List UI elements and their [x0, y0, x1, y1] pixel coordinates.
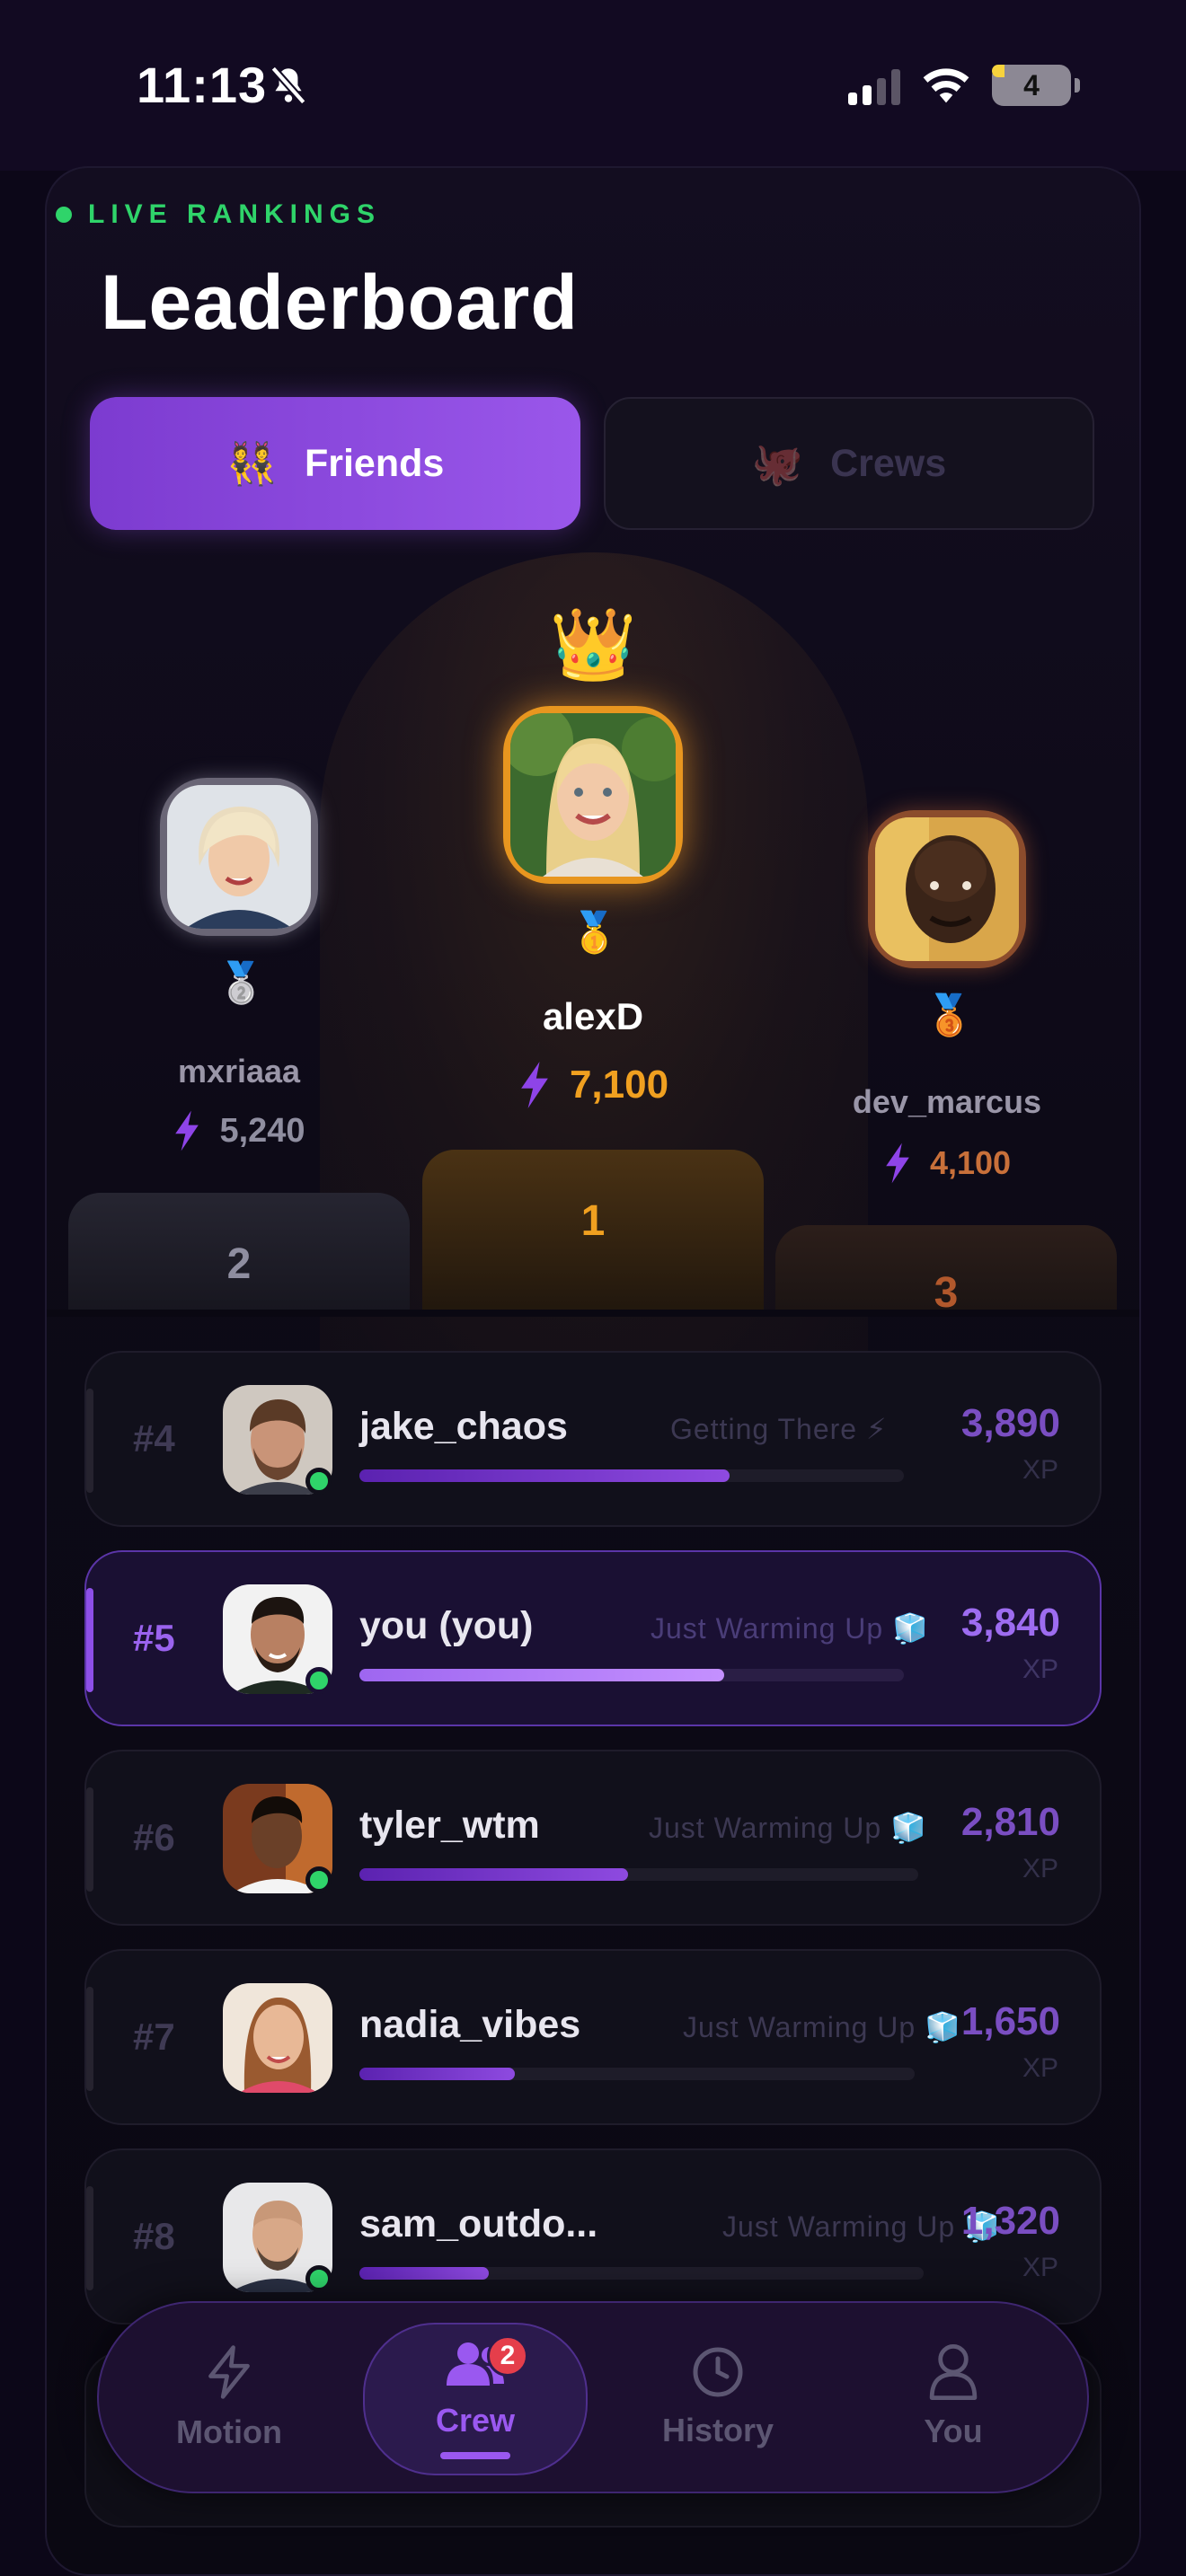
- tab-friends[interactable]: 👯 Friends: [90, 397, 580, 530]
- person-icon: [929, 2344, 978, 2400]
- bolt-icon: [886, 1142, 909, 1184]
- wifi-icon: [923, 68, 969, 103]
- row-xp: 3,890: [960, 1401, 1060, 1445]
- cellular-signal-icon: [848, 66, 900, 105]
- xp-progress-bar: [359, 2068, 915, 2080]
- row-rank: #6: [133, 1816, 175, 1858]
- avatar-photo: [167, 785, 311, 929]
- row-tier: Just Warming Up 🧊: [683, 2011, 961, 2043]
- first-place-name: alexD: [542, 995, 644, 1037]
- online-indicator: [305, 1667, 332, 1694]
- nav-history-label: History: [661, 2412, 774, 2448]
- podium-divider: [47, 1310, 1139, 1317]
- crown-icon: 👑: [549, 604, 637, 684]
- leaderboard-row[interactable]: #7 nadia_vibes Just Warming Up 🧊 1,650 X…: [84, 1949, 1102, 2125]
- row-xp-unit: XP: [1022, 1854, 1058, 1883]
- bolt-icon: [208, 2345, 250, 2399]
- live-rankings-label: LIVE RANKINGS: [88, 199, 382, 229]
- clock-icon: [693, 2347, 743, 2397]
- row-tier: Just Warming Up 🧊: [722, 2210, 1001, 2243]
- live-rankings-indicator: LIVE RANKINGS: [56, 199, 381, 230]
- page-title: Leaderboard: [101, 260, 579, 346]
- row-xp-unit: XP: [1022, 2053, 1058, 2083]
- row-tier: Just Warming Up 🧊: [649, 1812, 927, 1844]
- row-username: sam_outdo...: [359, 2202, 598, 2245]
- row-xp: 1,650: [960, 1999, 1060, 2043]
- podium-block-second: 2: [68, 1193, 410, 1311]
- bronze-medal-icon: 🥉: [925, 993, 974, 1037]
- row-rank: #5: [133, 1617, 175, 1659]
- nav-motion[interactable]: Motion: [117, 2303, 341, 2492]
- row-tier: Just Warming Up 🧊: [651, 1612, 929, 1645]
- crews-icon: 🐙: [751, 439, 804, 487]
- row-username: nadia_vibes: [359, 2003, 581, 2046]
- avatar-photo: [510, 713, 676, 877]
- row-xp-unit: XP: [1022, 1654, 1058, 1684]
- avatar-second-place[interactable]: [160, 778, 318, 936]
- xp-progress-bar: [359, 1868, 918, 1881]
- online-indicator: [305, 1468, 332, 1495]
- bell-muted-icon: [270, 66, 306, 105]
- xp-progress-bar: [359, 2267, 924, 2280]
- third-place-xp: 4,100: [821, 1142, 1073, 1184]
- online-indicator: [305, 1866, 332, 1893]
- bottom-nav: Motion Crew 2 History You: [97, 2301, 1089, 2493]
- podium-block-first: 1: [422, 1150, 764, 1311]
- row-xp: 2,810: [960, 1800, 1060, 1844]
- xp-progress-bar: [359, 1469, 904, 1482]
- nav-motion-label: Motion: [176, 2413, 282, 2450]
- nav-you[interactable]: You: [841, 2303, 1066, 2492]
- nav-history[interactable]: History: [606, 2303, 830, 2492]
- row-rank: #7: [133, 2016, 175, 2058]
- second-place-name: mxriaaa: [177, 1053, 301, 1090]
- nav-crew[interactable]: Crew 2: [363, 2323, 588, 2475]
- leaderboard-row[interactable]: #6 tyler_wtm Just Warming Up 🧊 2,810 XP: [84, 1750, 1102, 1926]
- podium-block-third: 3: [775, 1225, 1117, 1317]
- avatar: [223, 1983, 332, 2093]
- row-tier: Getting There ⚡: [670, 1413, 888, 1445]
- nav-you-label: You: [924, 2413, 983, 2449]
- row-xp-unit: XP: [1022, 1455, 1058, 1485]
- xp-progress-bar: [359, 1669, 904, 1681]
- third-place-name: dev_marcus: [852, 1083, 1042, 1120]
- avatar-photo: [875, 817, 1019, 961]
- row-xp-unit: XP: [1022, 2253, 1058, 2282]
- leaderboard-row[interactable]: #8 sam_outdo... Just Warming Up 🧊 1,320 …: [84, 2148, 1102, 2325]
- status-bar: 11:13 4: [0, 0, 1186, 171]
- row-username: tyler_wtm: [359, 1804, 540, 1847]
- row-username: jake_chaos: [359, 1405, 568, 1448]
- tab-crews-label: Crews: [830, 441, 947, 485]
- leaderboard-row-current-user[interactable]: #5 you (you) Just Warming Up 🧊 3,840 XP: [84, 1550, 1102, 1726]
- first-place-xp: 7,100: [467, 1062, 719, 1108]
- bolt-icon: [175, 1110, 199, 1151]
- bolt-icon: [521, 1062, 548, 1108]
- avatar-third-place[interactable]: [868, 810, 1026, 968]
- row-username: you (you): [359, 1604, 534, 1647]
- status-time: 11:13: [137, 57, 268, 113]
- second-place-xp: 5,240: [113, 1110, 365, 1151]
- row-rank: #4: [133, 1417, 175, 1460]
- battery-icon: 4: [992, 65, 1071, 106]
- row-xp: 3,840: [960, 1601, 1060, 1645]
- row-rank: #8: [133, 2215, 175, 2257]
- nav-crew-label: Crew: [435, 2402, 516, 2439]
- tab-crews[interactable]: 🐙 Crews: [604, 397, 1094, 530]
- nav-active-indicator: [440, 2452, 510, 2459]
- row-xp: 1,320: [960, 2199, 1060, 2243]
- gold-medal-icon: 🥇: [570, 911, 619, 955]
- friends-icon: 👯: [226, 439, 278, 487]
- tab-friends-label: Friends: [304, 441, 445, 485]
- online-indicator: [305, 2265, 332, 2292]
- live-dot-icon: [56, 207, 72, 223]
- notification-badge: 2: [487, 2335, 528, 2377]
- silver-medal-icon: 🥈: [217, 961, 266, 1005]
- leaderboard-row[interactable]: #4 jake_chaos Getting There ⚡ 3,890 XP: [84, 1351, 1102, 1527]
- avatar-first-place[interactable]: [503, 706, 683, 884]
